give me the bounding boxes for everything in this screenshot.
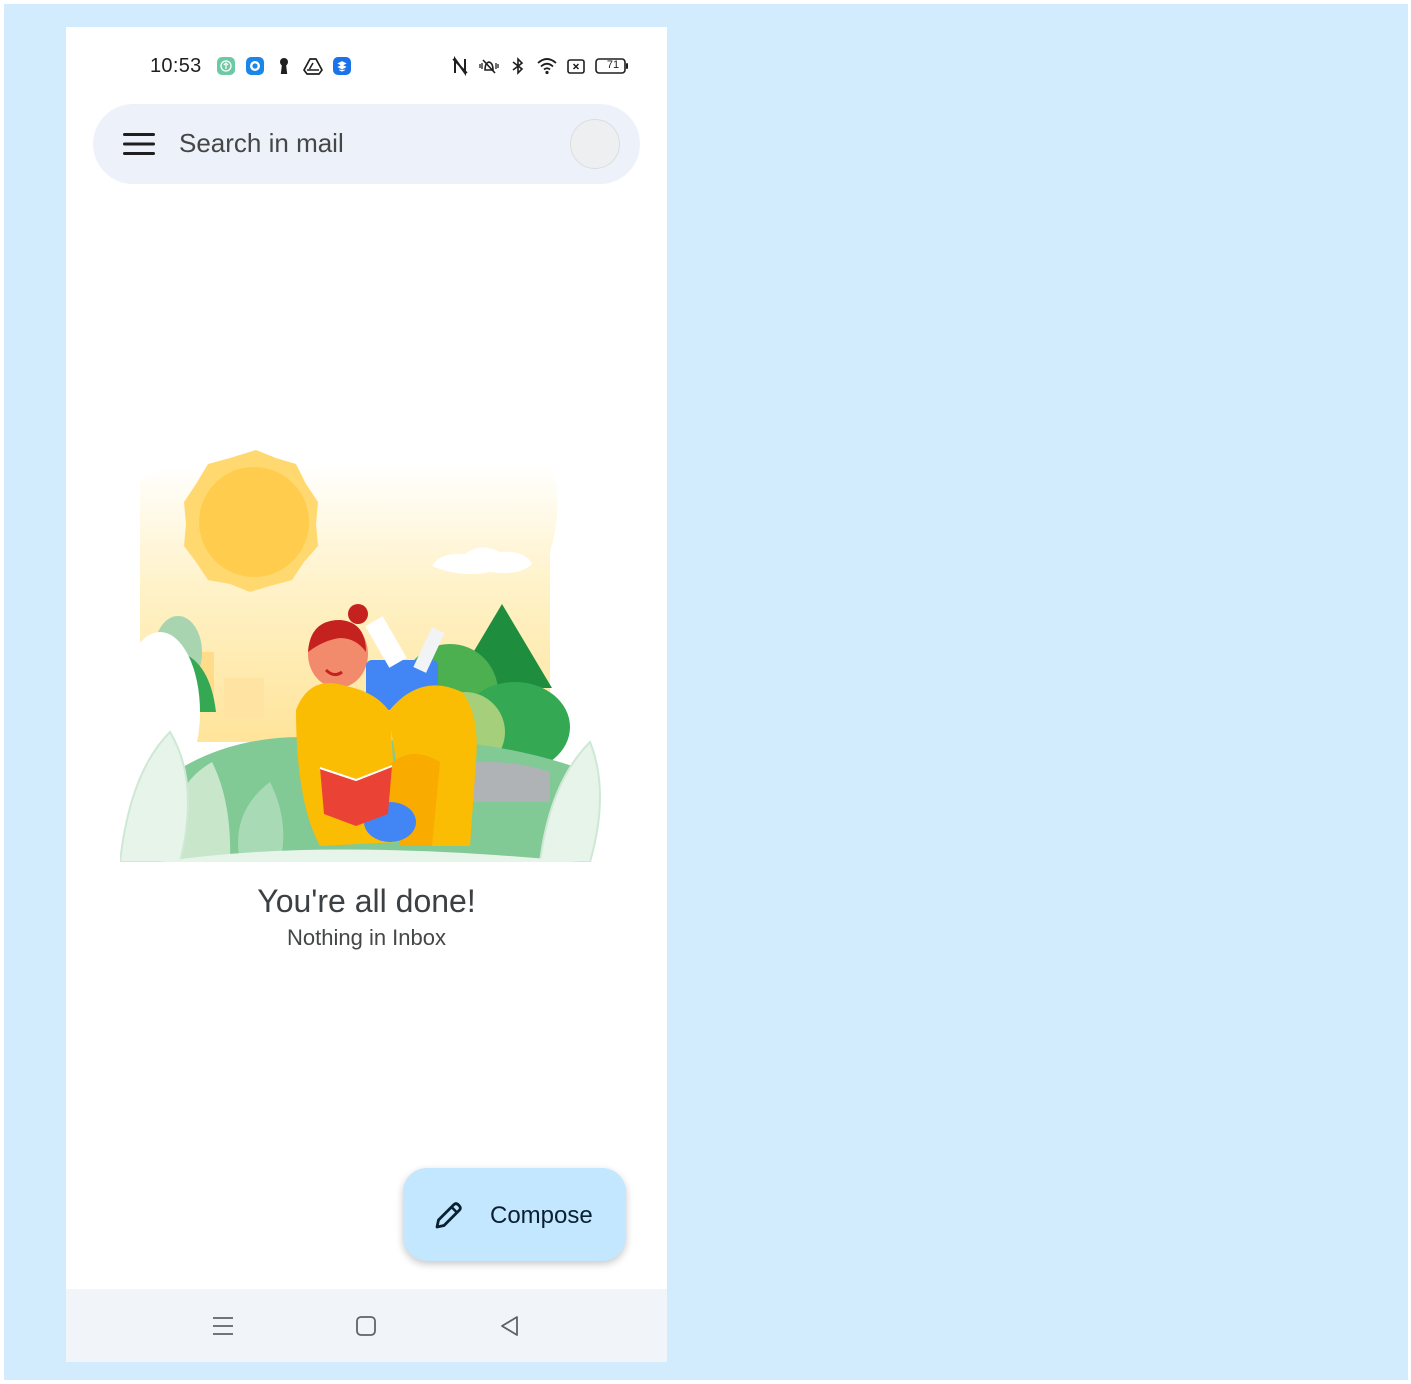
pencil-icon: [435, 1202, 462, 1229]
wifi-icon: [537, 58, 557, 75]
search-bar[interactable]: Search in mail: [93, 104, 640, 184]
app-upload-icon: [217, 57, 235, 75]
system-nav-bar: [66, 1289, 667, 1362]
battery-level: 71: [606, 59, 620, 71]
dropbox-icon: [333, 57, 351, 75]
notification-icons: [216, 56, 352, 76]
app-ring-icon: [246, 57, 264, 75]
status-time: 10:53: [150, 55, 202, 77]
drive-icon: [303, 58, 323, 75]
phone-screen: 10:53 71 Search in mail You're all done!…: [66, 27, 667, 1362]
bluetooth-icon: [512, 57, 524, 75]
compose-button[interactable]: Compose: [403, 1168, 626, 1261]
empty-state-subtitle: Nothing in Inbox: [287, 925, 446, 950]
status-bar: 10:53 71: [66, 27, 667, 103]
account-avatar[interactable]: [570, 119, 620, 169]
home-icon[interactable]: [353, 1313, 379, 1339]
search-input[interactable]: Search in mail: [179, 128, 344, 159]
nfc-icon: [452, 56, 468, 76]
empty-inbox-illustration: [120, 450, 601, 862]
vibrate-mute-icon: [479, 59, 499, 74]
back-icon[interactable]: [497, 1313, 523, 1339]
compose-label: Compose: [490, 1202, 593, 1229]
hamburger-menu-icon[interactable]: [123, 132, 155, 156]
keyhole-icon: [280, 58, 288, 74]
empty-state-title: You're all done!: [257, 883, 476, 919]
recent-apps-icon[interactable]: [210, 1313, 236, 1339]
screen-cast-icon: [567, 59, 585, 74]
